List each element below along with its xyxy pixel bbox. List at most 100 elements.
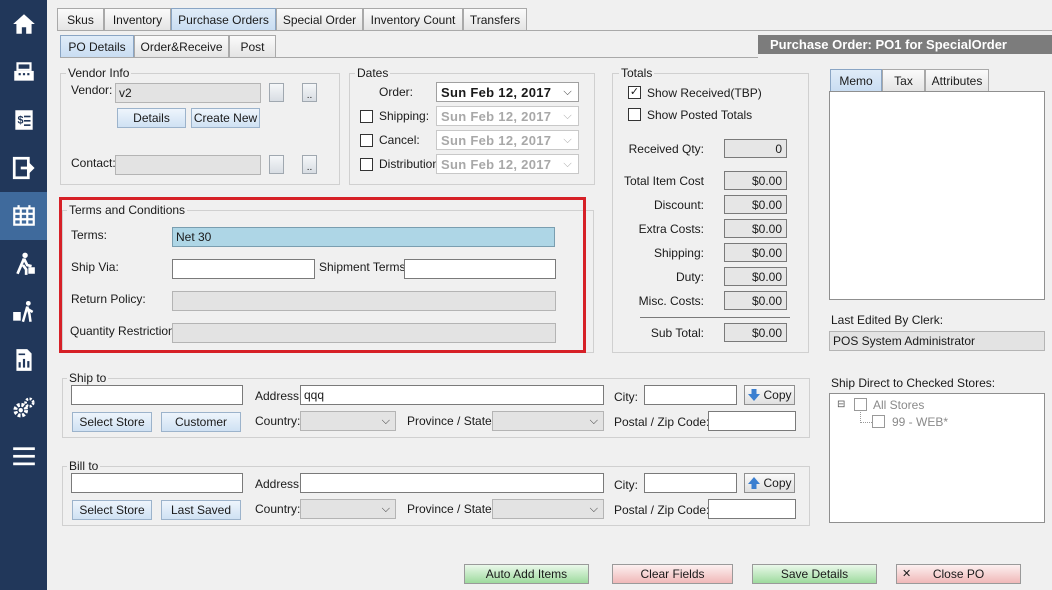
bill-to-city-label: City: xyxy=(614,478,638,492)
chevron-down-icon: ⌵ xyxy=(381,415,390,427)
ship-to-copy-label: Copy xyxy=(763,388,792,402)
tab-tax[interactable]: Tax xyxy=(882,69,925,91)
vendor-lookup-button[interactable] xyxy=(269,83,284,102)
ship-to-address-field[interactable]: qqq xyxy=(300,385,604,405)
ship-direct-store-tree: ⊟ All Stores 99 - WEB* xyxy=(829,393,1045,523)
register-icon[interactable] xyxy=(0,48,47,96)
collapse-icon[interactable]: ⊟ xyxy=(837,399,845,410)
store-99-checkbox[interactable] xyxy=(872,415,885,428)
tree-connector xyxy=(860,422,872,423)
extra-costs-value: $0.00 xyxy=(724,219,787,238)
bill-to-last-saved-button[interactable]: Last Saved xyxy=(161,500,241,520)
ship-to-province-select[interactable]: ⌵ xyxy=(492,411,604,431)
show-received-checkbox[interactable]: ✓ xyxy=(628,86,641,99)
tab-memo[interactable]: Memo xyxy=(830,69,882,91)
close-po-button[interactable]: ✕ Close PO xyxy=(896,564,1021,584)
create-new-vendor-button[interactable]: Create New xyxy=(191,108,260,128)
shipment-terms-field[interactable] xyxy=(404,259,556,279)
close-icon: ✕ xyxy=(902,568,912,580)
show-posted-label: Show Posted Totals xyxy=(647,108,753,122)
bill-to-address-label: Address: xyxy=(255,477,303,491)
vendor-info-label: Vendor Info xyxy=(66,66,132,80)
received-qty-label: Received Qty: xyxy=(628,142,704,156)
vendor-field[interactable]: v2 xyxy=(115,83,261,103)
tab-special-order[interactable]: Special Order xyxy=(276,8,363,30)
order-date-value: Sun Feb 12, 2017 xyxy=(441,85,552,100)
total-item-cost-value: $0.00 xyxy=(724,171,787,190)
ship-to-copy-button[interactable]: Copy xyxy=(744,385,795,405)
show-posted-checkbox[interactable] xyxy=(628,108,641,121)
receipt-icon[interactable]: $ xyxy=(0,96,47,144)
vendor-details-button[interactable]: Details xyxy=(117,108,186,128)
terms-field[interactable]: Net 30 xyxy=(172,227,555,247)
delivery-icon[interactable] xyxy=(0,288,47,336)
ship-via-field[interactable] xyxy=(172,259,315,279)
close-po-label: Close PO xyxy=(932,567,985,581)
ship-to-city-field[interactable] xyxy=(644,385,737,405)
vendor-browse-button[interactable]: .. xyxy=(302,83,317,102)
contact-field[interactable] xyxy=(115,155,261,175)
ship-to-select-store-button[interactable]: Select Store xyxy=(72,412,152,432)
last-edited-field: POS System Administrator xyxy=(829,331,1045,351)
quantity-restriction-field[interactable] xyxy=(172,323,556,343)
ship-to-country-select[interactable]: ⌵ xyxy=(300,411,396,431)
tab-purchase-orders[interactable]: Purchase Orders xyxy=(171,8,276,30)
chevron-down-icon: ⌵ xyxy=(589,503,598,515)
order-date-picker[interactable]: Sun Feb 12, 2017 ⌵ xyxy=(436,82,579,102)
save-details-button[interactable]: Save Details xyxy=(752,564,877,584)
inventory-grid-icon[interactable] xyxy=(0,192,47,240)
tab-skus[interactable]: Skus xyxy=(57,8,104,30)
ship-to-customer-button[interactable]: Customer xyxy=(161,412,241,432)
tab-inventory[interactable]: Inventory xyxy=(104,8,171,30)
tab-po-details[interactable]: PO Details xyxy=(60,35,134,57)
report-icon[interactable] xyxy=(0,336,47,384)
clear-fields-button[interactable]: Clear Fields xyxy=(612,564,733,584)
contact-lookup-button[interactable] xyxy=(269,155,284,174)
tab-transfers[interactable]: Transfers xyxy=(463,8,527,30)
chevron-down-icon: ⌵ xyxy=(563,158,572,170)
duty-value: $0.00 xyxy=(724,267,787,286)
terms-conditions-label: Terms and Conditions xyxy=(67,203,188,217)
svg-text:$: $ xyxy=(17,114,23,126)
auto-add-items-button[interactable]: Auto Add Items xyxy=(464,564,589,584)
misc-costs-value: $0.00 xyxy=(724,291,787,310)
memo-textarea[interactable] xyxy=(829,91,1045,300)
customer-walk-icon[interactable] xyxy=(0,240,47,288)
duty-label: Duty: xyxy=(675,270,704,284)
cancel-date-checkbox[interactable] xyxy=(360,134,373,147)
return-policy-field[interactable] xyxy=(172,291,556,311)
shipping-date-picker[interactable]: Sun Feb 12, 2017 ⌵ xyxy=(436,106,579,126)
distribution-date-picker[interactable]: Sun Feb 12, 2017 ⌵ xyxy=(436,154,579,174)
menu-icon[interactable] xyxy=(0,432,47,480)
bill-to-name-field[interactable] xyxy=(71,473,243,493)
home-icon[interactable] xyxy=(0,0,47,48)
all-stores-checkbox[interactable] xyxy=(854,398,867,411)
logout-icon[interactable] xyxy=(0,144,47,192)
tab-strip-divider xyxy=(57,30,1052,31)
tab-attributes[interactable]: Attributes xyxy=(925,69,989,91)
shipping-date-checkbox[interactable] xyxy=(360,110,373,123)
distribution-date-checkbox[interactable] xyxy=(360,158,373,171)
tab-order-receive[interactable]: Order&Receive xyxy=(134,35,229,57)
contact-browse-button[interactable]: .. xyxy=(302,155,317,174)
bill-to-city-field[interactable] xyxy=(644,473,737,493)
bill-to-country-select[interactable]: ⌵ xyxy=(300,499,396,519)
bill-to-copy-button[interactable]: Copy xyxy=(744,473,795,493)
ship-to-postal-field[interactable] xyxy=(708,411,796,431)
bill-to-province-select[interactable]: ⌵ xyxy=(492,499,604,519)
tab-inventory-count[interactable]: Inventory Count xyxy=(363,8,463,30)
arrow-down-icon xyxy=(748,389,761,401)
totals-label: Totals xyxy=(619,66,655,80)
bill-to-address-field[interactable] xyxy=(300,473,604,493)
ship-to-province-label: Province / State: xyxy=(407,414,496,428)
tab-post[interactable]: Post xyxy=(229,35,276,57)
return-policy-label: Return Policy: xyxy=(71,292,146,306)
bill-to-select-store-button[interactable]: Select Store xyxy=(72,500,152,520)
cancel-date-picker[interactable]: Sun Feb 12, 2017 ⌵ xyxy=(436,130,579,150)
ship-to-name-field[interactable] xyxy=(71,385,243,405)
settings-gears-icon[interactable] xyxy=(0,384,47,432)
store-99-label: 99 - WEB* xyxy=(892,415,949,429)
distribution-date-label: Distribution: xyxy=(379,157,443,171)
quantity-restriction-label: Quantity Restriction: xyxy=(70,324,179,338)
bill-to-postal-field[interactable] xyxy=(708,499,796,519)
